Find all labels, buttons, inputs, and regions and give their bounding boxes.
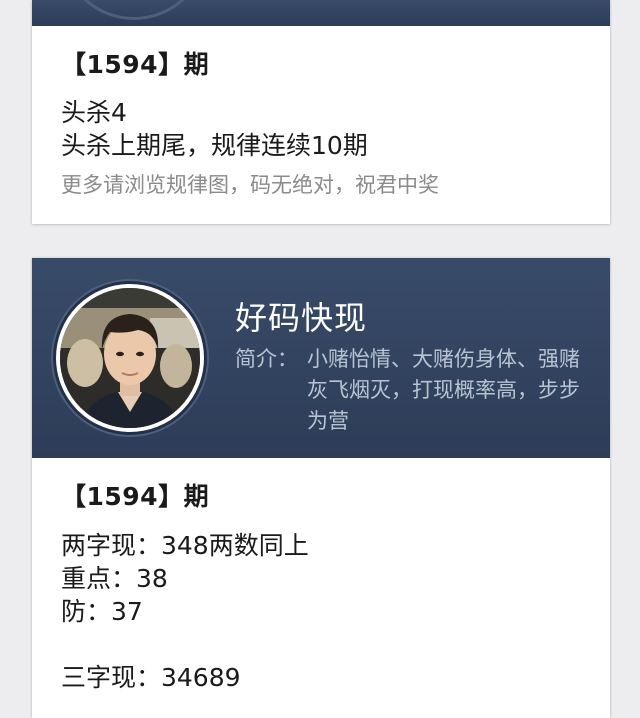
prediction-line: 三字现：34689 — [61, 663, 241, 692]
prediction-card-2: 好码快现 简介： 小赌怡情、大赌伤身体、强赌灰飞烟灭，打现概率高，步步为营 【1… — [32, 258, 610, 718]
prediction-card-1: 【1594】期 头杀4 头杀上期尾，规律连续10期 更多请浏览规律图，码无绝对，… — [32, 0, 610, 224]
issue-label: 【1594】期 — [61, 50, 210, 79]
avatar-image — [60, 288, 200, 428]
prediction-line — [61, 628, 590, 661]
card-body: 【1594】期 两字现：348两数同上 重点：38 防：37 三字现：34689 — [61, 480, 590, 694]
prediction-line: 头杀4 — [61, 98, 127, 127]
prediction-line: 防：37 — [61, 597, 143, 626]
issue-label: 【1594】期 — [61, 482, 210, 511]
intro-label: 简介： — [235, 347, 298, 371]
prediction-line: 两字现：348两数同上 — [61, 531, 309, 560]
avatar-edge — [60, 0, 208, 20]
profile-name: 好码快现 — [235, 299, 368, 337]
profile-header: 好码快现 简介： 小赌怡情、大赌伤身体、强赌灰飞烟灭，打现概率高，步步为营 — [32, 258, 610, 458]
intro-text: 小赌怡情、大赌伤身体、强赌灰飞烟灭，打现概率高，步步为营 — [307, 347, 580, 433]
prediction-line: 头杀上期尾，规律连续10期 — [61, 131, 368, 160]
card-body: 【1594】期 头杀4 头杀上期尾，规律连续10期 更多请浏览规律图，码无绝对，… — [61, 48, 590, 200]
prediction-line: 重点：38 — [61, 564, 168, 593]
card-header — [32, 0, 610, 26]
disclaimer-note: 更多请浏览规律图，码无绝对，祝君中奖 — [61, 173, 439, 197]
avatar[interactable] — [56, 284, 204, 432]
